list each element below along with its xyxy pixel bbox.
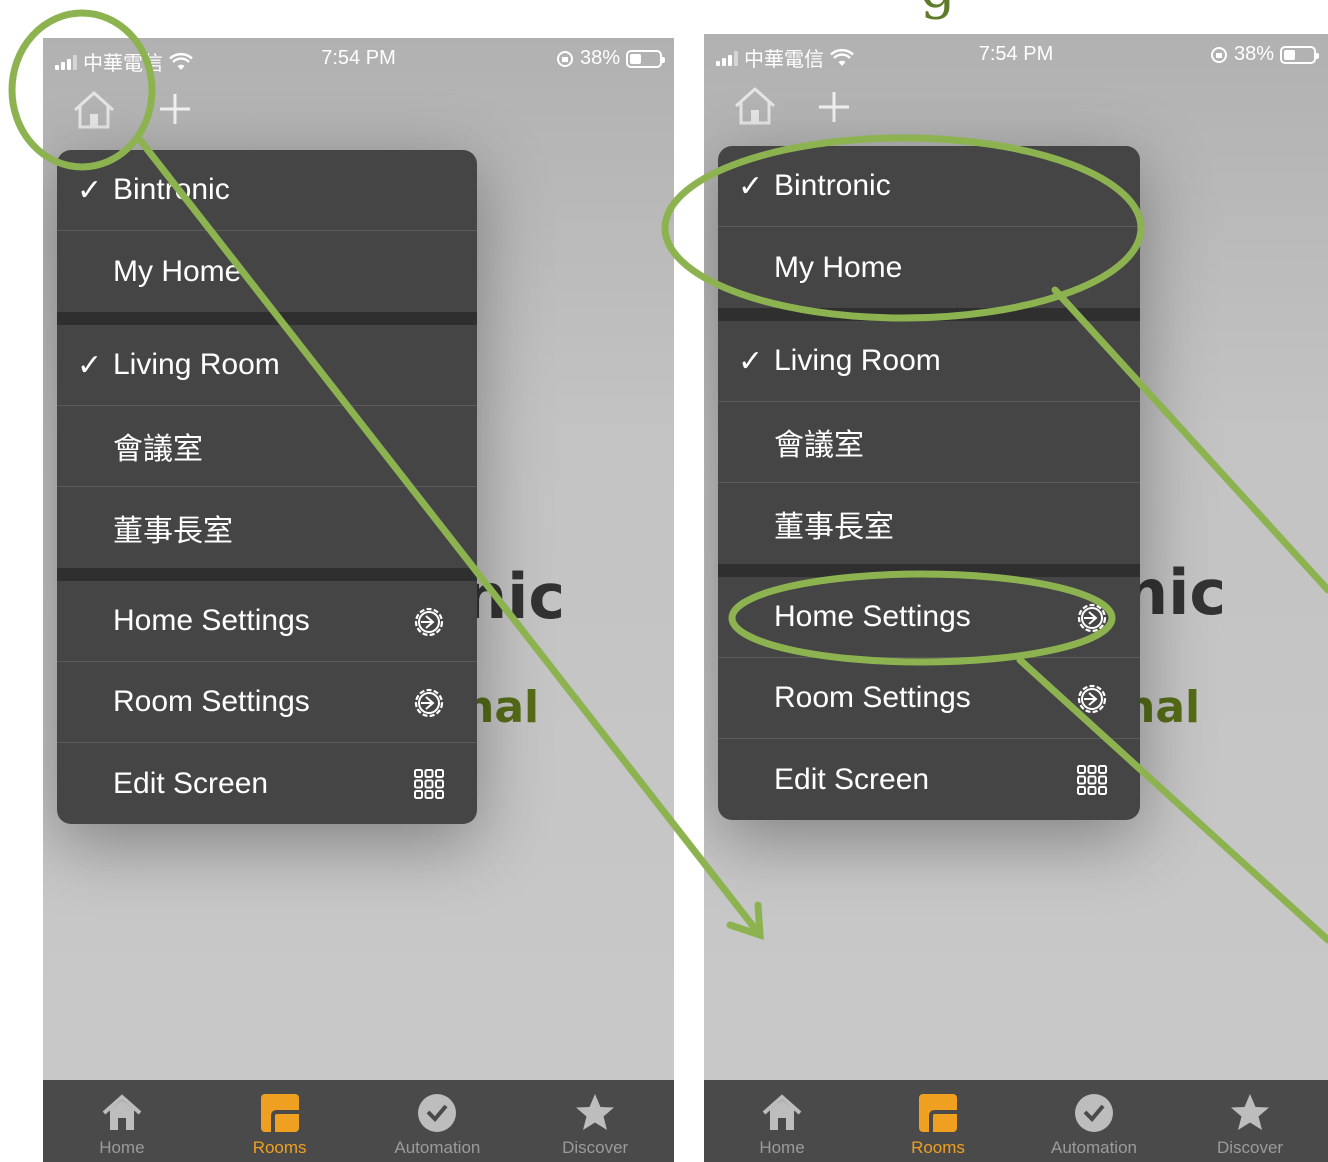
menu-item-home[interactable]: My Home <box>57 231 477 312</box>
star-icon <box>1231 1094 1269 1130</box>
menu-item-room-settings[interactable]: Room Settings <box>57 662 477 743</box>
battery-percent: 38% <box>579 47 620 69</box>
tab-label: Discover <box>562 1138 629 1157</box>
tab-rooms[interactable]: Rooms <box>860 1080 1016 1162</box>
menu-item-label: 董事長室 <box>774 510 894 544</box>
battery-percent: 38% <box>1233 43 1274 65</box>
menu-item-label: Living Room <box>774 344 941 377</box>
phone-screen-right: 中華電信 7:54 PM 38% nic nal ✓ Bintronic My H… <box>704 34 1328 1162</box>
orientation-lock-icon <box>556 50 573 67</box>
menu-item-label: Bintronic <box>774 169 891 202</box>
tab-discover[interactable]: Discover <box>516 1080 674 1162</box>
menu-item-edit-screen[interactable]: Edit Screen <box>718 739 1140 820</box>
menu-separator <box>57 312 477 325</box>
menu-separator <box>57 568 477 581</box>
tab-automation[interactable]: Automation <box>359 1080 517 1162</box>
menu-item-label: Edit Screen <box>774 762 930 796</box>
menu-item-room[interactable]: 董事長室 <box>718 483 1140 564</box>
checkmark-icon: ✓ <box>738 344 764 378</box>
house-icon <box>102 1094 142 1130</box>
menu-item-label: My Home <box>774 250 903 284</box>
tab-home[interactable]: Home <box>43 1080 201 1162</box>
rooms-icon <box>919 1094 957 1132</box>
partial-title-glyph: g <box>920 0 956 21</box>
menu-item-label: 會議室 <box>113 433 203 466</box>
menu-item-label: Home Settings <box>113 604 310 637</box>
menu-item-label: Room Settings <box>774 681 971 714</box>
menu-item-label: 董事長室 <box>113 514 233 548</box>
grid-icon <box>414 769 444 799</box>
orientation-lock-icon <box>1210 46 1227 63</box>
tab-discover[interactable]: Discover <box>1172 1080 1328 1162</box>
tab-bar: Home Rooms Automation Discover <box>704 1080 1328 1162</box>
menu-item-room[interactable]: ✓ Living Room <box>718 321 1140 402</box>
tab-automation[interactable]: Automation <box>1016 1080 1172 1162</box>
menu-item-room[interactable]: ✓ Living Room <box>57 325 477 406</box>
tab-label: Rooms <box>252 1138 307 1157</box>
tab-label: Home <box>759 1138 805 1157</box>
status-bar: 中華電信 7:54 PM 38% <box>43 38 674 82</box>
menu-item-label: Bintronic <box>113 173 230 206</box>
tab-bar: Home Rooms Automation Discover <box>43 1080 674 1162</box>
menu-item-room[interactable]: 會議室 <box>718 402 1140 483</box>
tab-label: Home <box>99 1138 145 1157</box>
menu-separator <box>718 564 1140 577</box>
battery-icon <box>1280 45 1319 64</box>
clock-check-icon <box>1075 1094 1113 1132</box>
menu-item-label: 會議室 <box>774 429 864 462</box>
tab-home[interactable]: Home <box>704 1080 860 1162</box>
home-room-menu: ✓ Bintronic My Home ✓ Living Room 會議室 董事長室… <box>57 150 477 824</box>
tab-label: Automation <box>1051 1138 1137 1157</box>
menu-item-home[interactable]: ✓ Bintronic <box>57 150 477 231</box>
tab-rooms[interactable]: Rooms <box>201 1080 359 1162</box>
rooms-icon <box>260 1094 299 1132</box>
battery-icon <box>626 49 665 68</box>
checkmark-icon: ✓ <box>738 169 764 203</box>
status-bar: 中華電信 7:54 PM 38% <box>704 34 1328 78</box>
add-icon[interactable] <box>158 92 192 126</box>
menu-item-edit-screen[interactable]: Edit Screen <box>57 743 477 824</box>
phone-screen-left: 中華電信 7:54 PM 38% nic nal ✓ Bintronic My H… <box>43 38 674 1162</box>
menu-item-label: Edit Screen <box>113 766 269 800</box>
home-switcher-icon[interactable] <box>71 90 117 130</box>
menu-separator <box>718 308 1140 321</box>
gear-icon <box>414 607 444 637</box>
background-title-fragment: nic <box>463 560 566 633</box>
menu-item-home-settings[interactable]: Home Settings <box>57 581 477 662</box>
menu-item-room[interactable]: 董事長室 <box>57 487 477 568</box>
checkmark-icon: ✓ <box>77 348 103 382</box>
home-room-menu: ✓ Bintronic My Home ✓ Living Room 會議室 董事長室… <box>718 146 1140 820</box>
house-icon <box>762 1094 802 1130</box>
gear-icon <box>1077 684 1107 714</box>
tab-label: Automation <box>394 1138 481 1157</box>
menu-item-label: Home Settings <box>774 600 971 633</box>
menu-item-home-settings[interactable]: Home Settings <box>718 577 1140 658</box>
tab-label: Discover <box>1216 1138 1284 1157</box>
menu-item-label: Living Room <box>113 348 280 381</box>
gear-icon <box>414 688 444 718</box>
star-icon <box>576 1094 615 1130</box>
menu-item-room[interactable]: 會議室 <box>57 406 477 487</box>
menu-item-label: Room Settings <box>113 685 310 718</box>
checkmark-icon: ✓ <box>77 173 103 207</box>
tab-label: Rooms <box>911 1138 965 1157</box>
grid-icon <box>1077 765 1107 795</box>
clock-check-icon <box>418 1094 457 1132</box>
menu-item-home[interactable]: My Home <box>718 227 1140 308</box>
home-switcher-icon[interactable] <box>732 86 778 126</box>
gear-icon <box>1077 603 1107 633</box>
menu-item-room-settings[interactable]: Room Settings <box>718 658 1140 739</box>
menu-item-label: My Home <box>113 254 242 288</box>
add-icon[interactable] <box>817 90 851 124</box>
menu-item-home[interactable]: ✓ Bintronic <box>718 146 1140 227</box>
